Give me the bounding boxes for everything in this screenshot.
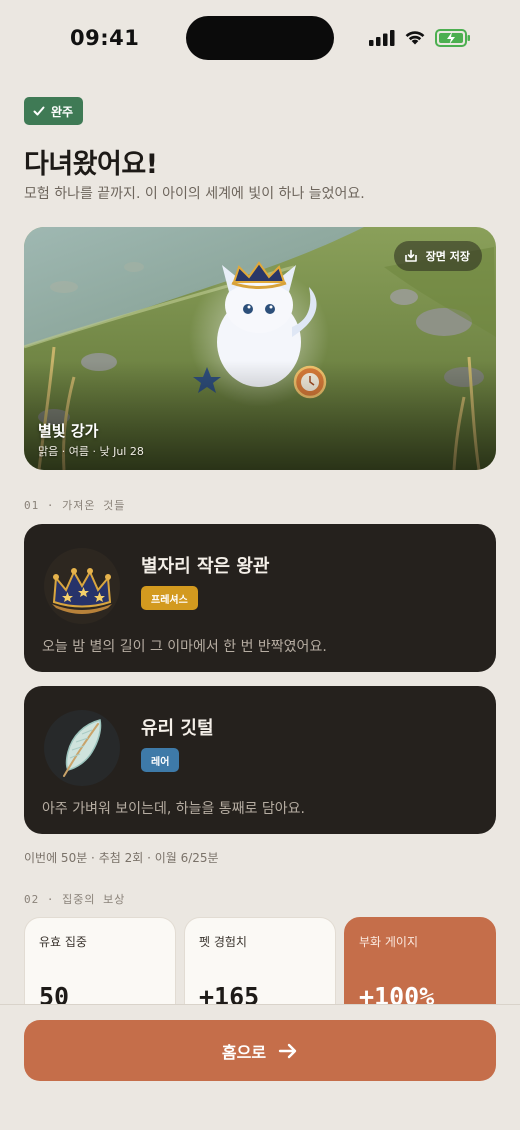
reward-label: 유효 집중 xyxy=(39,935,87,949)
dynamic-island xyxy=(186,16,334,60)
scene-meta: 맑음 · 여름 · 낮 Jul 28 xyxy=(38,445,144,458)
status-bar: 09:41 xyxy=(0,0,520,76)
home-button[interactable]: 홈으로 xyxy=(24,1020,496,1081)
status-time: 09:41 xyxy=(70,26,140,50)
save-scene-button[interactable]: 장면 저장 xyxy=(393,241,482,271)
save-scene-label: 장면 저장 xyxy=(425,250,470,263)
crown-icon xyxy=(44,548,120,624)
arrow-right-icon xyxy=(278,1043,297,1058)
feather-icon xyxy=(44,710,120,786)
completion-badge-label: 완주 xyxy=(51,104,74,119)
scene-card: 장면 저장 별빛 강가 맑음 · 여름 · 낮 Jul 28 xyxy=(24,227,496,470)
item-description: 오늘 밤 별의 길이 그 이마에서 한 번 반짝였어요. xyxy=(42,639,327,655)
download-icon xyxy=(404,249,417,262)
item-name: 유리 깃털 xyxy=(141,718,214,739)
page-subtitle: 모험 하나를 끝까지. 이 아이의 세계에 빛이 하나 늘었어요. xyxy=(24,186,365,202)
section-label-rewards: 02 · 집중의 보상 xyxy=(24,893,126,906)
battery-icon xyxy=(435,29,470,47)
check-icon xyxy=(33,106,45,116)
home-button-label: 홈으로 xyxy=(221,1042,267,1062)
rarity-badge: 프레셔스 xyxy=(141,586,198,610)
completion-badge: 완주 xyxy=(24,97,84,125)
reward-label: 펫 경험치 xyxy=(199,935,247,949)
reward-label: 부화 게이지 xyxy=(359,935,419,949)
rarity-badge: 레어 xyxy=(141,748,180,772)
wifi-icon xyxy=(405,31,425,45)
bottom-bar: 홈으로 xyxy=(0,1004,520,1130)
scene-name: 별빛 강가 xyxy=(38,422,99,440)
session-summary: 이번에 50분 · 추첨 2회 · 이월 6/25분 xyxy=(24,851,219,865)
item-description: 아주 가벼워 보이는데, 하늘을 통째로 담아요. xyxy=(42,801,305,817)
item-card[interactable]: 유리 깃털 레어 아주 가벼워 보이는데, 하늘을 통째로 담아요. xyxy=(24,686,496,834)
page-title: 다녀왔어요! xyxy=(24,149,158,180)
section-label-items: 01 · 가져온 것들 xyxy=(24,499,126,512)
item-card[interactable]: 별자리 작은 왕관 프레셔스 오늘 밤 별의 길이 그 이마에서 한 번 반짝였… xyxy=(24,524,496,672)
signal-icon xyxy=(369,30,395,46)
item-name: 별자리 작은 왕관 xyxy=(141,556,270,577)
